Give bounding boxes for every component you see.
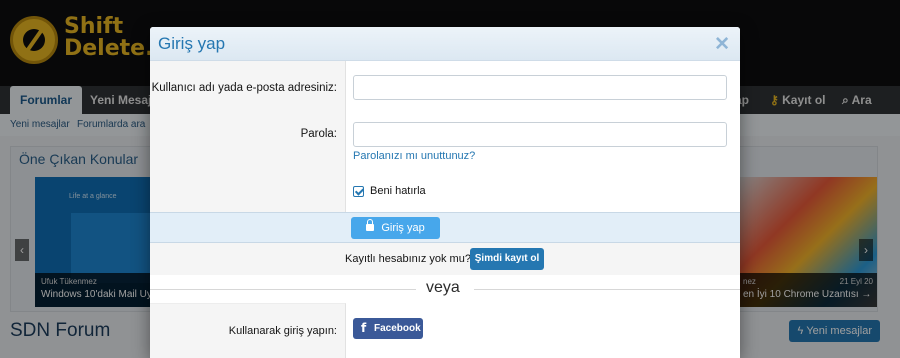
lock-icon [366,219,375,231]
or-text: veya [426,279,460,296]
modal-title: Giriş yap [158,34,226,53]
login-modal: Giriş yap ✕ Kullanıcı adı yada e-posta a… [150,27,740,358]
login-form: Kullanıcı adı yada e-posta adresiniz: Pa… [150,61,740,212]
or-divider: veya [150,275,740,303]
modal-header: Giriş yap ✕ [150,27,740,61]
divider-line [474,289,740,290]
checkbox-checked-icon[interactable] [353,185,364,197]
submit-row: Giriş yap [150,212,740,243]
register-button[interactable]: Şimdi kayıt ol [470,248,544,270]
password-input[interactable] [353,122,727,147]
register-row: Kayıtlı hesabınız yok mu? Şimdi kayıt ol [150,243,740,275]
password-label: Parola: [300,128,337,140]
facebook-login-label: Facebook [374,323,421,334]
remember-me-checkbox[interactable]: Beni hatırla [353,185,426,197]
facebook-login-button[interactable]: f Facebook [353,318,423,339]
facebook-icon: f [361,321,367,335]
remember-me-label: Beni hatırla [370,185,426,197]
register-prompt: Kayıtlı hesabınız yok mu? [345,253,471,265]
forgot-password-link[interactable]: Parolanızı mı unuttunuz? [353,150,475,162]
divider-line [150,289,416,290]
social-login-label: Kullanarak giriş yapın: [228,325,337,337]
label-column: Kullanıcı adı yada e-posta adresiniz: Pa… [150,61,346,212]
username-input[interactable] [353,75,727,100]
login-submit-button[interactable]: Giriş yap [351,217,440,239]
login-submit-label: Giriş yap [381,222,425,234]
close-icon[interactable]: ✕ [714,33,730,56]
username-label: Kullanıcı adı yada e-posta adresiniz: [151,82,337,94]
social-login-row: Kullanarak giriş yapın: f Facebook [150,303,740,358]
